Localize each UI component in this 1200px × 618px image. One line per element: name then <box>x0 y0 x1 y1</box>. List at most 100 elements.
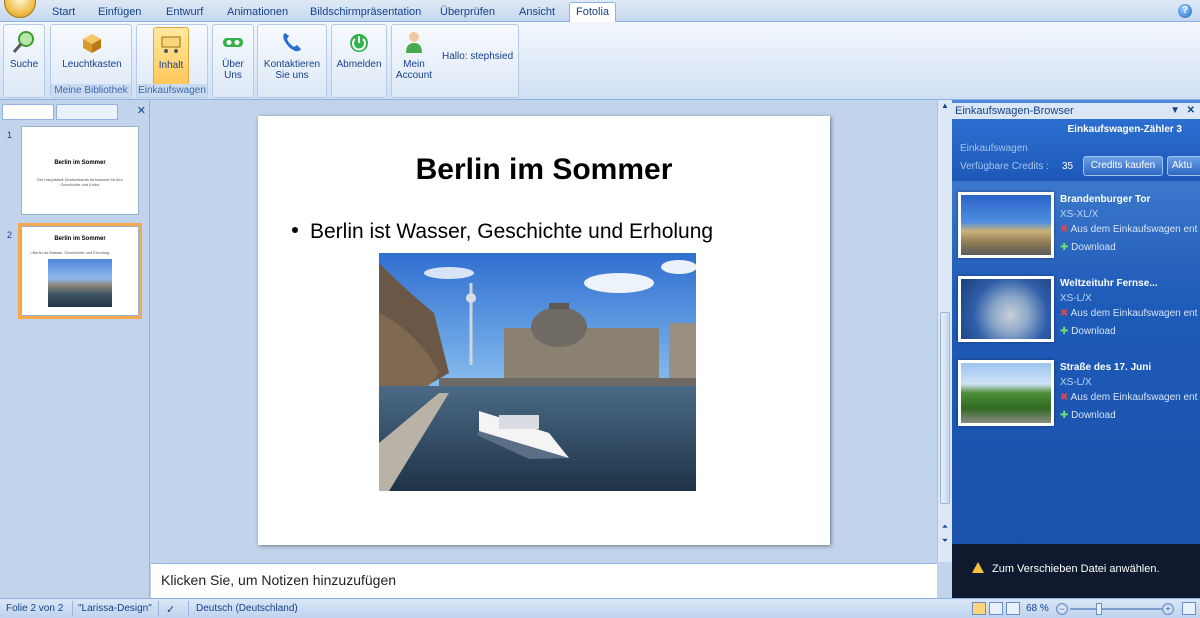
contact-button[interactable]: Kontaktieren Sie uns <box>260 27 324 85</box>
scroll-up-icon[interactable]: ▲ <box>938 101 952 113</box>
about-button[interactable]: Über Uns <box>215 27 251 85</box>
tab-fotolia[interactable]: Fotolia <box>569 2 617 23</box>
phone-icon <box>279 29 305 55</box>
item-name[interactable]: Weltzeituhr Fernse... <box>1060 278 1158 289</box>
notes-pane[interactable]: Klicken Sie, um Notizen hinzuzufügen <box>151 563 937 598</box>
logout-label: Abmelden <box>336 59 382 70</box>
zoom-slider-handle[interactable] <box>1096 603 1102 615</box>
cart-item[interactable]: Straße des 17. Juni XS-L/X ✖ Aus dem Ein… <box>952 356 1200 436</box>
outline-tab[interactable] <box>56 104 118 120</box>
notes-placeholder[interactable]: Klicken Sie, um Notizen hinzuzufügen <box>161 572 396 588</box>
cart-label: Einkaufswagen <box>960 143 1028 154</box>
download-icon: ✚ <box>1060 326 1069 337</box>
warning-text: Zum Verschieben Datei anwählen. <box>992 563 1160 575</box>
about-label-1: Über <box>222 59 244 70</box>
tab-design[interactable]: Entwurf <box>160 4 209 22</box>
slide-thumbnail[interactable]: Berlin im Sommer Die Hauptstadt Deutschl… <box>21 126 139 215</box>
vertical-scrollbar[interactable]: ▲ ⏶ ⏷ <box>937 100 952 562</box>
ribbon-tab-bar: Start Einfügen Entwurf Animationen Bilds… <box>0 0 1200 23</box>
cart-item[interactable]: Weltzeituhr Fernse... XS-L/X ✖ Aus dem E… <box>952 272 1200 352</box>
item-name[interactable]: Straße des 17. Juni <box>1060 362 1151 373</box>
scroll-thumb[interactable] <box>940 312 950 504</box>
item-thumbnail[interactable] <box>958 360 1054 426</box>
slide-number: 2 <box>7 230 13 240</box>
zoom-in-icon[interactable]: + <box>1162 603 1174 615</box>
search-button[interactable]: Suche <box>6 27 42 85</box>
zoom-level[interactable]: 68 % <box>1026 603 1049 614</box>
cart-browser-panel: Einkaufswagen-Browser ▼ ✕ Einkaufswagen-… <box>952 100 1200 598</box>
tab-review[interactable]: Überprüfen <box>434 4 501 22</box>
download-icon: ✚ <box>1060 410 1069 421</box>
tab-view[interactable]: Ansicht <box>513 4 561 22</box>
update-button[interactable]: Aktu <box>1167 156 1200 176</box>
close-icon[interactable]: ✕ <box>137 104 146 117</box>
design-name: "Larissa-Design" <box>78 603 152 614</box>
slides-tab[interactable] <box>2 104 54 120</box>
content-button[interactable]: Inhalt <box>153 27 189 85</box>
tab-animations[interactable]: Animationen <box>221 4 294 22</box>
slide-sorter-icon[interactable] <box>989 602 1003 615</box>
logout-button[interactable]: Abmelden <box>334 27 384 85</box>
tab-insert[interactable]: Einfügen <box>92 4 147 22</box>
lightbox-label: Leuchtkasten <box>62 59 122 70</box>
lightbox-button[interactable]: Leuchtkasten <box>57 27 127 85</box>
account-button[interactable]: Mein Account <box>394 27 434 85</box>
remove-link[interactable]: ✖ Aus dem Einkaufswagen ent <box>1060 224 1197 235</box>
slideshow-view-icon[interactable] <box>1006 602 1020 615</box>
thumbnail-title: Berlin im Sommer <box>54 236 106 242</box>
office-button[interactable] <box>4 0 36 18</box>
about-icon <box>220 29 246 55</box>
magnifier-icon <box>11 29 37 55</box>
account-label-1: Mein <box>403 59 425 70</box>
download-link[interactable]: ✚ Download <box>1060 410 1116 421</box>
remove-link[interactable]: ✖ Aus dem Einkaufswagen ent <box>1060 392 1197 403</box>
separator <box>72 601 73 616</box>
ribbon: Suche Leuchtkasten Meine Bibliothek Inha… <box>0 22 1200 100</box>
library-group: Leuchtkasten Meine Bibliothek <box>50 24 132 98</box>
item-size: XS-L/X <box>1060 377 1092 388</box>
zoom-out-icon[interactable]: − <box>1056 603 1068 615</box>
language-indicator[interactable]: Deutsch (Deutschland) <box>196 603 298 614</box>
contact-label-1: Kontaktieren <box>263 59 321 70</box>
spellcheck-icon[interactable]: ✓ <box>166 603 175 616</box>
buy-credits-button[interactable]: Credits kaufen <box>1083 156 1163 176</box>
normal-view-icon[interactable] <box>972 602 986 615</box>
slide[interactable]: Berlin im Sommer Berlin ist Wasser, Gesc… <box>258 116 830 545</box>
separator <box>188 601 189 616</box>
help-icon[interactable]: ? <box>1178 4 1192 18</box>
slide-thumbnail-selected[interactable]: Berlin im Sommer • Berlin ist Wasser, Ge… <box>18 223 142 319</box>
tab-slideshow[interactable]: Bildschirmpräsentation <box>304 4 427 22</box>
item-thumbnail[interactable] <box>958 276 1054 342</box>
download-link[interactable]: ✚ Download <box>1060 326 1116 337</box>
bullet-text: Berlin ist Wasser, Geschichte und Erholu… <box>310 220 714 243</box>
slide-bullet[interactable]: Berlin ist Wasser, Geschichte und Erholu… <box>292 220 713 244</box>
item-name[interactable]: Brandenburger Tor <box>1060 194 1150 205</box>
search-label: Suche <box>9 59 39 70</box>
thumbnail-body: • Berlin ist Wasser, Geschichte und Erho… <box>30 250 110 255</box>
panel-header: Einkaufswagen-Browser ▼ ✕ <box>952 103 1200 119</box>
close-icon[interactable]: ✕ <box>1187 103 1195 119</box>
account-label-2: Account <box>395 70 433 81</box>
next-slide-icon[interactable]: ⏷ <box>938 536 952 548</box>
user-icon <box>401 29 427 55</box>
remove-label: Aus dem Einkaufswagen ent <box>1070 392 1198 403</box>
contact-group: Kontaktieren Sie uns <box>257 24 327 98</box>
remove-icon: ✖ <box>1060 392 1069 403</box>
berlin-photo[interactable] <box>379 253 696 491</box>
tab-start[interactable]: Start <box>46 4 81 22</box>
download-label: Download <box>1071 410 1116 421</box>
slide-title[interactable]: Berlin im Sommer <box>258 153 830 187</box>
chevron-down-icon[interactable]: ▼ <box>1170 103 1180 119</box>
fit-window-icon[interactable] <box>1182 602 1196 615</box>
cart-item[interactable]: Brandenburger Tor XS-XL/X ✖ Aus dem Eink… <box>952 188 1200 268</box>
download-icon: ✚ <box>1060 242 1069 253</box>
content-label: Inhalt <box>158 60 184 71</box>
zoom-slider[interactable] <box>1070 608 1162 610</box>
remove-link[interactable]: ✖ Aus dem Einkaufswagen ent <box>1060 308 1197 319</box>
item-thumbnail[interactable] <box>958 192 1054 258</box>
previous-slide-icon[interactable]: ⏶ <box>938 522 952 534</box>
remove-icon: ✖ <box>1060 224 1069 235</box>
download-link[interactable]: ✚ Download <box>1060 242 1116 253</box>
contact-label-2: Sie uns <box>275 70 309 81</box>
item-size: XS-L/X <box>1060 293 1092 304</box>
